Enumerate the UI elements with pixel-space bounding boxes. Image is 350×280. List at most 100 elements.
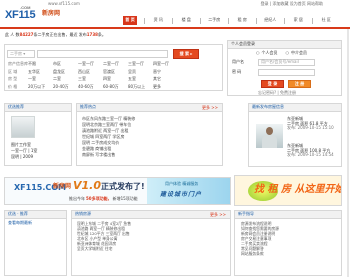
nav-agent[interactable]: 经纪人 (264, 16, 277, 25)
filter-option[interactable]: 西山区 (78, 69, 103, 75)
banner-sub1: 推出今年 (69, 196, 85, 201)
filter-option[interactable]: 呈贡 (128, 69, 153, 75)
banner-headline: 正式发布了! (101, 182, 145, 191)
login-panel: 个人会员登录 ○ 个人会员 ○ 中介会员 用户名 用户名/会员号/email 密 码… (227, 40, 342, 96)
logo-text: XF115 (5, 9, 36, 21)
member-tab[interactable]: 个人会员 (262, 50, 278, 56)
header-divider (0, 27, 350, 29)
filter-label-2: 房 型 (8, 76, 18, 82)
nav-rent[interactable]: 租 房 (236, 16, 249, 25)
banner-version: V1.0 (73, 179, 101, 192)
filter-option[interactable]: 60-80万 (103, 84, 128, 90)
filter-option[interactable]: 四室 (103, 77, 128, 82)
filter-option[interactable]: 更多 (153, 84, 178, 90)
filter-label-0: 房产信息库 (8, 61, 28, 66)
guide-title: 新手指导 (238, 211, 254, 217)
left-line2: 昆明 | 2009 (11, 154, 34, 159)
filter-option[interactable]: 不限 (28, 61, 53, 67)
latest-properties-panel: 最新发布房屋信息 东亚新城 二手房 面积 61.8 平方 发布: 2009-10… (248, 103, 342, 199)
filter-option[interactable]: 五室 (128, 77, 153, 82)
site-logo[interactable]: XF115 .COM 新房网 (5, 5, 63, 24)
nav-community[interactable]: 社 区 (320, 16, 333, 25)
filter-option[interactable]: 市区 (53, 61, 78, 67)
username-input[interactable]: 用户名/会员号/email (258, 59, 315, 66)
filter-option[interactable]: 五华区 (28, 69, 53, 75)
filter-option[interactable]: 三室一厅 (128, 61, 153, 67)
scrollbar[interactable] (347, 29, 349, 277)
filter-label-1: 区 域 (8, 68, 18, 74)
hot-properties-panel: 热销房源 更多 >> 昆明上东城 二手房 4室2厅 急售 滇池路 两室一厅 精装… (71, 210, 231, 276)
filter-row-0: 不限 市区 一室一厅 二室一厅 三室一厅 四室一厅 (28, 61, 178, 67)
summary-prefix: 此 人 数 (5, 32, 20, 37)
banner-right-line2: 建设城市门户 (160, 191, 203, 198)
latest-item-date: 发布: 2009-10-15 14:54 (287, 152, 334, 158)
recent-count: 1738 (86, 32, 98, 37)
summary-text: 此 人 数 84227 条二手房正在出售，最近 发布 1738 条。 (5, 32, 106, 38)
nav-home-decor[interactable]: 家 居 (292, 16, 305, 25)
filter-option[interactable]: 晋宁 (153, 69, 178, 75)
register-button[interactable]: 注 册 (288, 80, 311, 88)
filter-option[interactable]: 二室一厅 (103, 61, 128, 67)
nav-secondhand[interactable]: 二手房 (208, 16, 221, 25)
filter-option[interactable]: 一室一厅 (78, 61, 103, 67)
rent-banner[interactable]: 找 租 房 从这里开始 (234, 175, 342, 206)
search-button[interactable]: 搜 索 ▸ (173, 49, 199, 59)
filter-option[interactable]: 其它 (153, 77, 178, 82)
filter-row-2: 一室 二室 三室 四室 五室 其它 (28, 77, 178, 82)
password-input[interactable] (258, 69, 315, 76)
filter-option[interactable]: 三室 (78, 77, 103, 82)
filter-option[interactable]: 80万以上 (128, 84, 153, 90)
filter-option[interactable]: 二室 (53, 77, 78, 82)
banner-right-line1: 用户体验 精诚服务 (165, 181, 199, 186)
filter-option[interactable]: 20-40万 (53, 84, 78, 90)
main-navigation: 首 页 资 讯 楼 盘 二手房 租 房 经纪人 家 居 社 区 (123, 14, 333, 27)
promotion-banner[interactable]: XF115.COM 新房网 V1.0 正式发布了! 推出今年 50多项功能， 新增1… (4, 177, 231, 205)
logo-com: .COM (20, 5, 31, 10)
banner-sub2: 50多项功能， (86, 196, 112, 201)
left-line1: 一室一厅 | 1室 (11, 148, 38, 153)
nav-home[interactable]: 首 页 (123, 16, 137, 25)
agent-tab[interactable]: 中介会员 (291, 50, 307, 56)
filter-option[interactable]: 盘龙区 (53, 69, 78, 75)
login-links[interactable]: 忘记密码? | 免费注册 (258, 90, 296, 96)
top-links[interactable]: 登录 | 添加收藏 设为首页 网站帮助 (261, 1, 323, 7)
left-image-text: 图片工作室 (11, 142, 31, 147)
nav-property[interactable]: 楼 盘 (180, 16, 193, 25)
list-item[interactable]: 南屏街 写字楼出售 (82, 152, 219, 158)
listing-count: 84227 (19, 32, 34, 37)
agent-type-radio[interactable]: ○ (286, 50, 290, 56)
list-item[interactable]: 呈贡大学城附近 住宅 (77, 247, 227, 252)
member-type-radio[interactable]: ○ (256, 50, 260, 56)
recommend-title: 推荐热点 (80, 104, 96, 110)
nav-news[interactable]: 资 讯 (152, 16, 165, 25)
beginner-guide-panel: 新手指导 房源发布流程说明 如何查找您需要的房源 新房网会员注册说明 房产交易注… (234, 210, 342, 276)
filter-option[interactable]: 40-60万 (78, 84, 103, 90)
search-type-select[interactable]: 二手房 ▾ (7, 50, 35, 58)
guide-item[interactable]: 网站服务条款 (241, 252, 339, 257)
hot-more-link[interactable]: 更多 >> (210, 212, 226, 218)
summary-middle: 条二手房正在出售，最近 发布 (33, 32, 87, 37)
filter-option[interactable]: 四室一厅 (153, 61, 178, 67)
bottom-left-link[interactable]: 查看每期最新 (8, 220, 32, 226)
room-image[interactable] (11, 116, 35, 138)
latest-item-date: 发布: 2009-10-15 15:10 (287, 125, 334, 131)
username-label: 用户名 (232, 59, 244, 64)
filter-option[interactable]: 20万以下 (28, 84, 53, 90)
login-button[interactable]: 登 录 (261, 80, 284, 88)
recommend-panel: 推荐热点 更多 >> 市区东风东路三室一厅 精装修 昆明北京路三室两厅 带车位 … (76, 103, 223, 166)
banner-logo-cn: 新房网 (53, 183, 72, 190)
filter-row-1: 五华区 盘龙区 西山区 官渡区 呈贡 晋宁 (28, 69, 178, 75)
filter-option[interactable]: 一室 (28, 77, 53, 82)
bottom-left-panel: 优选 · 推荐 查看每期最新 (4, 210, 67, 276)
left-panel-title: 优选推荐 (8, 104, 24, 110)
rent-banner-label: 找 租 房 从这里开始 (254, 184, 342, 195)
filter-option[interactable]: 官渡区 (103, 69, 128, 75)
recommend-more-link[interactable]: 更多 >> (202, 105, 218, 111)
login-title: 个人会员登录 (228, 41, 341, 49)
agent-photo[interactable] (256, 124, 283, 148)
search-panel: 二手房 ▾ 搜 索 ▸ 房产信息库 不限 市区 一室一厅 二室一厅 三室一厅 四室一厅 区… (4, 44, 223, 91)
summary-suffix: 条。 (97, 32, 106, 37)
latest-title: 最新发布房屋信息 (252, 104, 284, 110)
filter-row-3: 20万以下 20-40万 40-60万 60-80万 80万以上 更多 (28, 84, 178, 90)
search-input[interactable] (37, 50, 168, 58)
